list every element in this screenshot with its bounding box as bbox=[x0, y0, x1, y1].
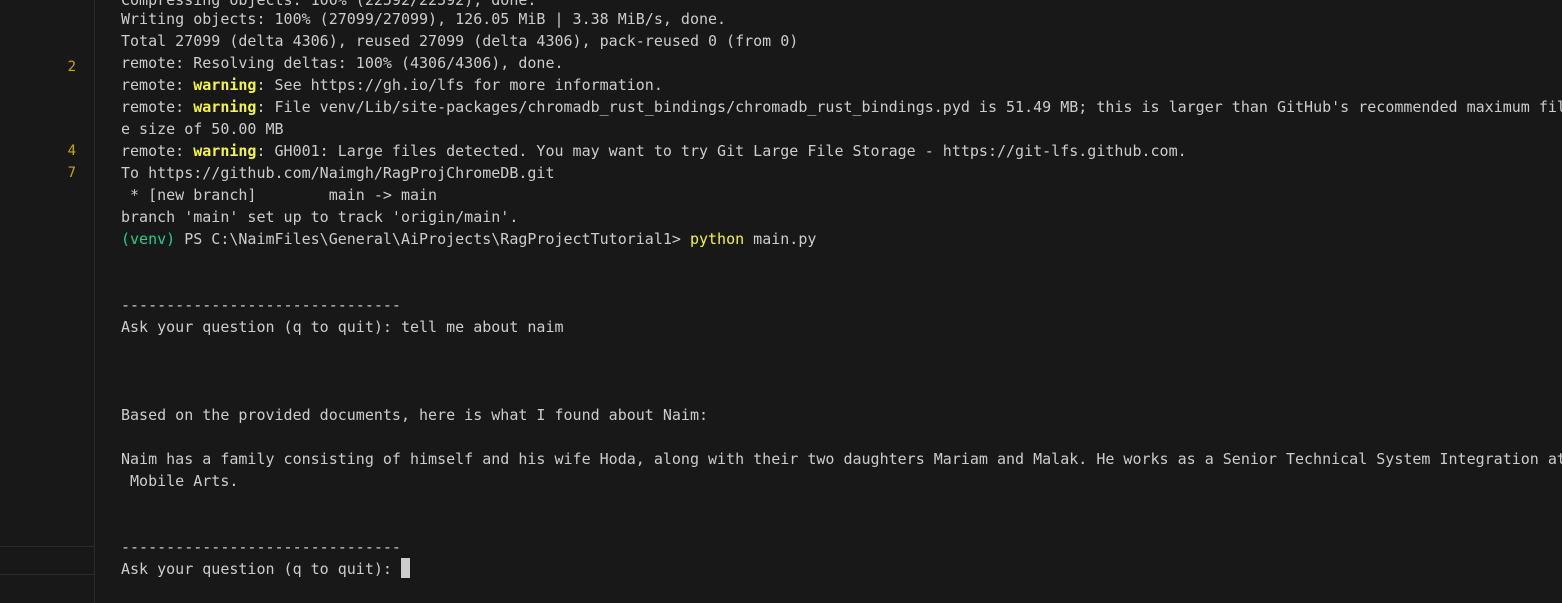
answer-line: Based on the provided documents, here is… bbox=[121, 406, 708, 424]
prompt-line: (venv) PS C:\NaimFiles\General\AiProject… bbox=[121, 228, 816, 250]
line-number: 4 bbox=[67, 143, 76, 159]
terminal-line: remote: warning: GH001: Large files dete… bbox=[121, 140, 1187, 162]
separator-line: ------------------------------- bbox=[121, 296, 401, 314]
line-prefix: remote: bbox=[121, 98, 194, 116]
terminal-line: remote: Resolving deltas: 100% (4306/430… bbox=[121, 54, 564, 72]
line-prefix: remote: bbox=[121, 142, 194, 160]
prompt-path: PS C:\NaimFiles\General\AiProjects\RagPr… bbox=[175, 230, 690, 248]
line-text: : GH001: Large files detected. You may w… bbox=[256, 142, 1187, 160]
gutter-divider bbox=[0, 546, 95, 547]
terminal-line: branch 'main' set up to track 'origin/ma… bbox=[121, 208, 519, 226]
terminal-line: Total 27099 (delta 4306), reused 27099 (… bbox=[121, 32, 799, 50]
venv-label: (venv) bbox=[121, 230, 176, 248]
terminal-line: remote: warning: See https://gh.io/lfs f… bbox=[121, 74, 663, 96]
answer-line: Naim has a family consisting of himself … bbox=[121, 450, 1562, 468]
warning-label: warning bbox=[193, 76, 257, 94]
answer-line: Mobile Arts. bbox=[121, 472, 239, 490]
terminal-line: e size of 50.00 MB bbox=[121, 120, 284, 138]
terminal-line: To https://github.com/Naimgh/RagProjChro… bbox=[121, 164, 555, 182]
question-prompt: Ask your question (q to quit): bbox=[121, 560, 401, 578]
terminal-panel[interactable]: Compressing objects: 100% (22592/22592),… bbox=[96, 0, 1562, 603]
terminal-cursor[interactable] bbox=[400, 558, 410, 578]
line-text: : File venv/Lib/site-packages/chromadb_r… bbox=[256, 98, 1562, 116]
line-prefix: remote: bbox=[121, 76, 194, 94]
separator-line: ------------------------------- bbox=[121, 538, 401, 556]
input-line[interactable]: Ask your question (q to quit): bbox=[121, 558, 410, 580]
terminal-line: * [new branch] main -> main bbox=[121, 186, 438, 204]
command-args: main.py bbox=[744, 230, 817, 248]
terminal-line: remote: warning: File venv/Lib/site-pack… bbox=[121, 96, 1562, 118]
line-text: : See https://gh.io/lfs for more informa… bbox=[256, 76, 663, 94]
warning-label: warning bbox=[193, 98, 257, 116]
command-name: python bbox=[689, 230, 745, 248]
line-number: 2 bbox=[67, 59, 76, 75]
terminal-line: Writing objects: 100% (27099/27099), 126… bbox=[121, 10, 727, 28]
warning-label: warning bbox=[193, 142, 257, 160]
gutter-divider bbox=[0, 574, 95, 575]
line-number: 7 bbox=[67, 165, 76, 181]
editor-gutter: 2 4 7 bbox=[0, 0, 95, 603]
question-line: Ask your question (q to quit): tell me a… bbox=[121, 318, 564, 336]
